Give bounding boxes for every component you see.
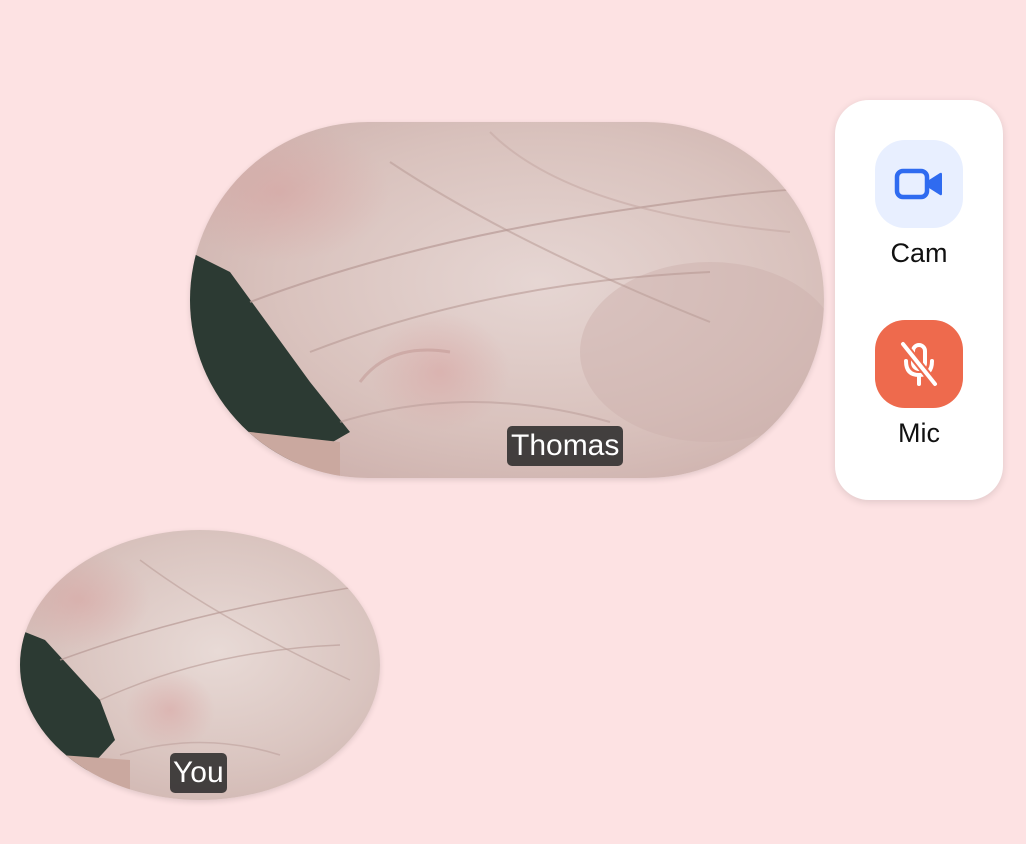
- camera-toggle-button[interactable]: [875, 140, 963, 228]
- microphone-toggle-button[interactable]: [875, 320, 963, 408]
- video-camera-icon: [894, 168, 942, 200]
- call-controls-panel: Cam Mic: [835, 100, 1003, 500]
- remote-video-tile[interactable]: Thomas: [190, 122, 824, 478]
- microphone-control: Mic: [835, 320, 1003, 450]
- camera-control: Cam: [835, 140, 1003, 270]
- local-video-tile[interactable]: You: [20, 530, 380, 800]
- local-participant-name: You: [170, 753, 227, 793]
- remote-participant-name: Thomas: [507, 426, 624, 466]
- camera-label: Cam: [890, 238, 948, 268]
- remote-video-feed: [190, 122, 824, 478]
- microphone-off-icon: [899, 340, 939, 388]
- microphone-label: Mic: [898, 418, 940, 448]
